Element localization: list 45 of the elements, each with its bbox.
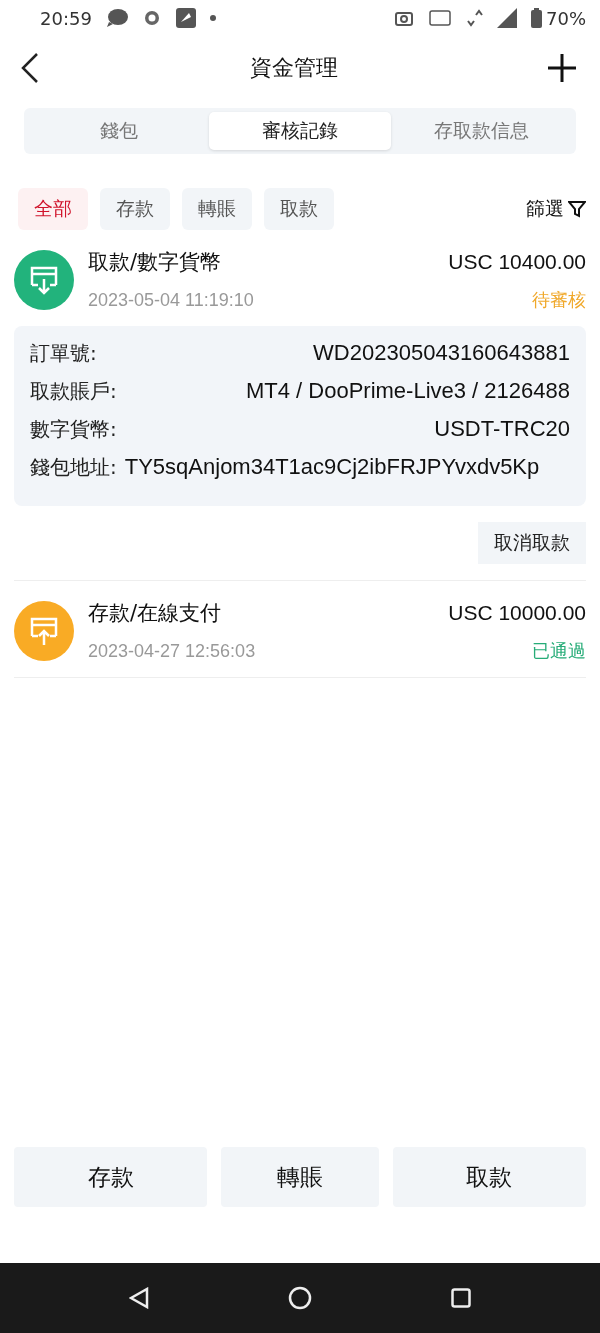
dot-icon xyxy=(209,15,216,21)
filter-chip[interactable]: 全部 xyxy=(18,188,88,230)
filter-chip[interactable]: 取款 xyxy=(264,188,334,230)
tab[interactable]: 存取款信息 xyxy=(390,112,572,150)
detail-value: USDT-TRC20 xyxy=(433,415,570,443)
detail-value: MT4 / DooPrime-Live3 / 2126488 xyxy=(244,377,570,405)
record-status: 待審核 xyxy=(532,288,586,312)
action-button[interactable]: 轉賬 xyxy=(221,1147,379,1207)
battery-level: 70% xyxy=(546,7,586,29)
detail-value: TY5sqAnjom34T1ac9Cj2ibFRJPYvxdv5Kp xyxy=(124,453,541,481)
network-icon xyxy=(465,9,483,27)
record-amount: USC 10400.00 xyxy=(448,250,586,274)
record-status: 已通過 xyxy=(532,639,586,663)
home-icon[interactable] xyxy=(288,1286,312,1310)
filter-button[interactable]: 篩選 xyxy=(526,196,586,222)
tab[interactable]: 錢包 xyxy=(28,112,210,150)
back-icon[interactable] xyxy=(20,52,40,84)
recents-icon[interactable] xyxy=(450,1288,471,1308)
status-time: 20:59 xyxy=(40,7,92,29)
add-icon[interactable] xyxy=(548,54,576,82)
tab[interactable]: 審核記錄 xyxy=(209,112,391,150)
signal-icon xyxy=(497,8,517,28)
detail-label: 訂單號: xyxy=(30,340,97,367)
record-amount: USC 10000.00 xyxy=(448,601,586,625)
detail-label: 數字貨幣: xyxy=(30,416,117,443)
action-button[interactable]: 存款 xyxy=(14,1147,208,1207)
record-title: 存款/在線支付 xyxy=(88,600,222,627)
detail-value: WD202305043160643881 xyxy=(312,339,570,367)
detail-label: 錢包地址: xyxy=(30,454,117,481)
download-tray-icon xyxy=(14,250,74,310)
chat-icon xyxy=(105,8,128,28)
action-button[interactable]: 取款 xyxy=(392,1147,586,1207)
upload-tray-icon xyxy=(14,601,74,661)
filter-chip[interactable]: 轉賬 xyxy=(182,188,252,230)
filter-chip[interactable]: 存款 xyxy=(100,188,170,230)
page-title: 資金管理 xyxy=(250,54,338,82)
detail-label: 取款賬戶: xyxy=(30,378,117,405)
funnel-icon xyxy=(568,200,586,218)
record-time: 2023-05-04 11:19:10 xyxy=(88,289,254,311)
cancel-withdrawal-button[interactable]: 取消取款 xyxy=(478,522,586,564)
back-nav-icon[interactable] xyxy=(129,1287,150,1309)
record-time: 2023-04-27 12:56:03 xyxy=(88,640,256,662)
battery-icon xyxy=(531,8,542,28)
record-title: 取款/數字貨幣 xyxy=(88,249,222,276)
camera-icon xyxy=(395,9,415,27)
